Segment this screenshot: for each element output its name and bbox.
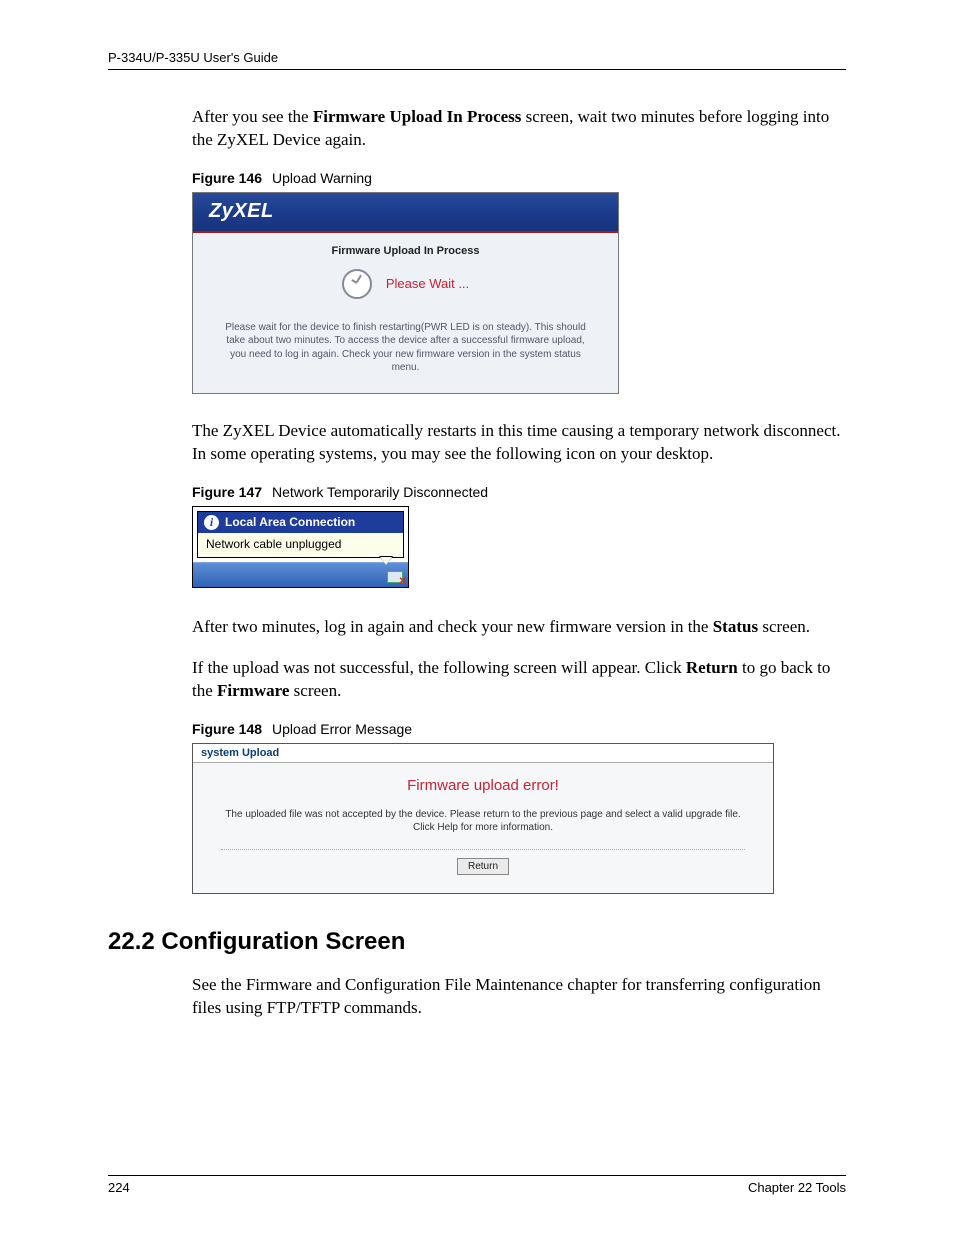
upload-error-description: The uploaded file was not accepted by th… bbox=[221, 808, 745, 835]
paragraph-restart: The ZyXEL Device automatically restarts … bbox=[108, 420, 846, 466]
notification-balloon: i Local Area Connection Network cable un… bbox=[197, 511, 404, 558]
guide-title: P-334U/P-335U User's Guide bbox=[108, 50, 278, 65]
figure-147: i Local Area Connection Network cable un… bbox=[192, 506, 409, 588]
figure-146-caption: Figure 146Upload Warning bbox=[108, 170, 846, 186]
upload-progress-message: Please wait for the device to finish res… bbox=[219, 321, 592, 375]
chapter-label: Chapter 22 Tools bbox=[748, 1180, 846, 1195]
return-button[interactable]: Return bbox=[457, 858, 509, 875]
page-header: P-334U/P-335U User's Guide bbox=[108, 50, 846, 70]
figure-147-caption: Figure 147Network Temporarily Disconnect… bbox=[108, 484, 846, 500]
figure-148-body: Firmware upload error! The uploaded file… bbox=[193, 763, 773, 893]
info-icon: i bbox=[204, 515, 219, 530]
figure-146-titlebar: ZyXEL bbox=[193, 193, 618, 233]
page-number: 224 bbox=[108, 1180, 130, 1195]
figure-146: ZyXEL Firmware Upload In Process Please … bbox=[192, 192, 619, 394]
zyxel-logo: ZyXEL bbox=[209, 200, 274, 223]
please-wait-text: Please Wait ... bbox=[386, 276, 469, 291]
please-wait-row: Please Wait ... bbox=[219, 269, 592, 299]
paragraph-intro: After you see the Firmware Upload In Pro… bbox=[108, 106, 846, 152]
paragraph-return: If the upload was not successful, the fo… bbox=[108, 657, 846, 703]
upload-progress-title: Firmware Upload In Process bbox=[219, 245, 592, 257]
paragraph-config: See the Firmware and Configuration File … bbox=[108, 974, 846, 1020]
page-footer: 224 Chapter 22 Tools bbox=[108, 1175, 846, 1195]
figure-146-body: Firmware Upload In Process Please Wait .… bbox=[193, 233, 618, 393]
network-disconnected-icon: ✕ bbox=[387, 571, 405, 585]
upload-error-title: Firmware upload error! bbox=[221, 777, 745, 794]
balloon-title-text: Local Area Connection bbox=[225, 515, 355, 529]
clock-icon bbox=[342, 269, 372, 299]
system-upload-tab: system Upload bbox=[193, 744, 773, 763]
paragraph-status: After two minutes, log in again and chec… bbox=[108, 616, 846, 639]
figure-148-caption: Figure 148Upload Error Message bbox=[108, 721, 846, 737]
figure-148: system Upload Firmware upload error! The… bbox=[192, 743, 774, 894]
balloon-body: Network cable unplugged bbox=[198, 533, 403, 557]
taskbar-tray: ✕ bbox=[193, 562, 408, 587]
section-heading: 22.2 Configuration Screen bbox=[108, 928, 846, 956]
balloon-title: i Local Area Connection bbox=[198, 512, 403, 533]
